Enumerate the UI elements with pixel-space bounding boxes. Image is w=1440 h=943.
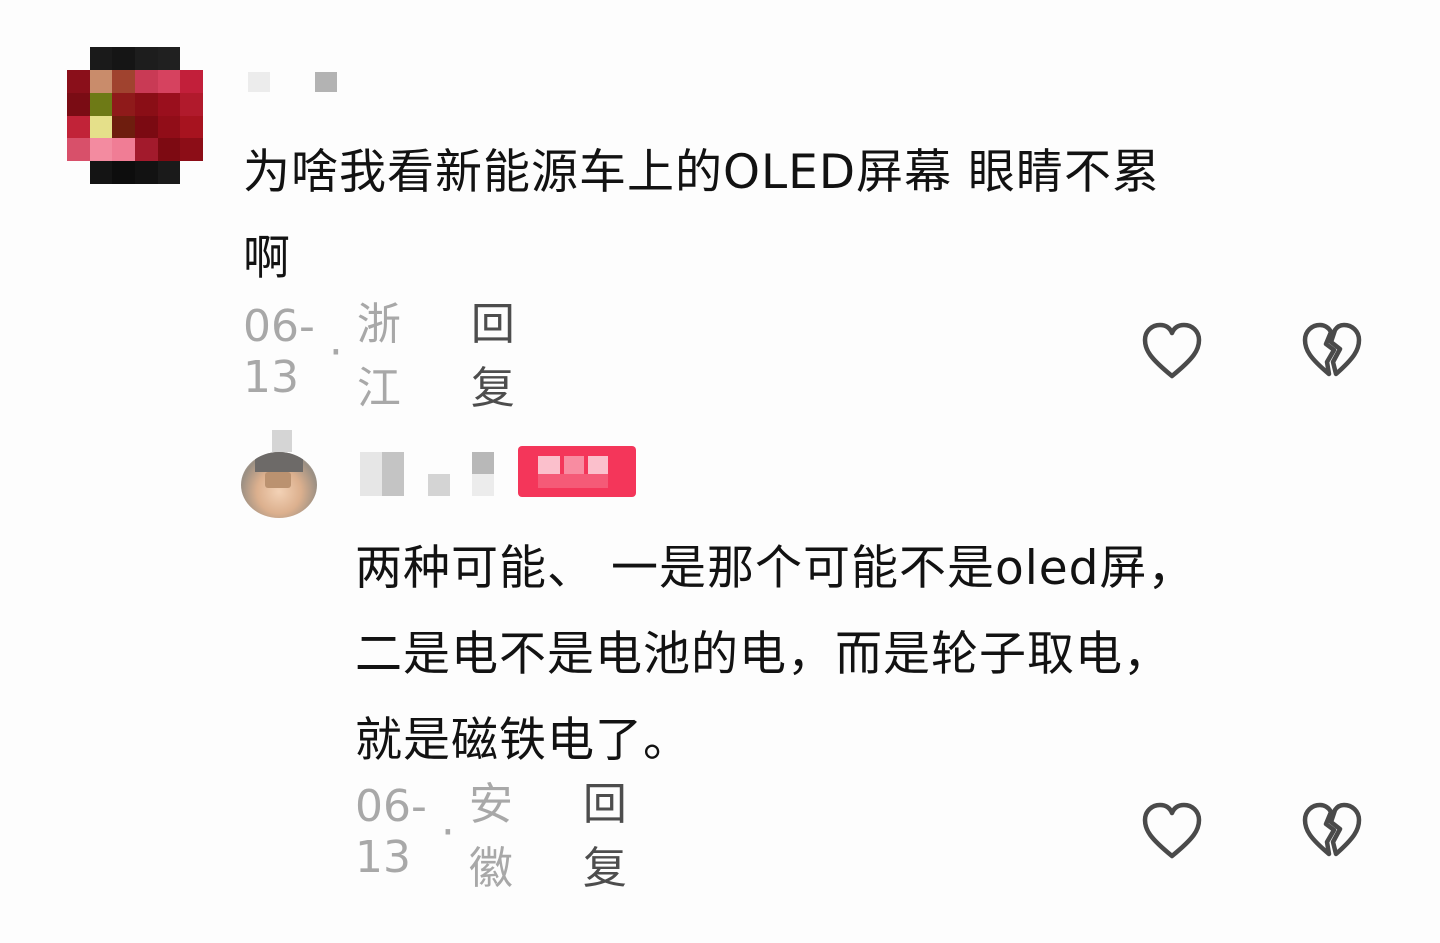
comment-location: 安徽 <box>468 779 513 894</box>
heart-outline-icon[interactable] <box>1140 800 1204 862</box>
user-badge <box>518 446 636 497</box>
comment-text: 两种可能、 一是那个可能不是oled屏， 二是电不是电池的电，而是轮子取电， 就… <box>355 541 1196 768</box>
comment-date: 06-13 <box>355 781 427 883</box>
meta-separator: · <box>440 806 455 858</box>
avatar[interactable] <box>67 47 203 184</box>
comment-text: 为啥我看新能源车上的OLED屏幕 眼睛不累 啊 <box>243 145 1161 286</box>
broken-heart-outline-icon[interactable] <box>1300 320 1364 382</box>
reply-button[interactable]: 回复 <box>471 288 515 416</box>
meta-separator: · <box>328 326 343 378</box>
reply-button[interactable]: 回复 <box>583 768 627 896</box>
avatar-decoration <box>272 430 292 452</box>
comment-meta: 06-13 · 安徽 回复 <box>355 779 627 894</box>
heart-outline-icon[interactable] <box>1140 320 1204 382</box>
comment-date: 06-13 <box>243 301 315 403</box>
comment-location: 浙江 <box>356 299 401 414</box>
comment-meta: 06-13 · 浙江 回复 <box>243 299 515 414</box>
broken-heart-outline-icon[interactable] <box>1300 800 1364 862</box>
avatar[interactable] <box>241 452 317 518</box>
